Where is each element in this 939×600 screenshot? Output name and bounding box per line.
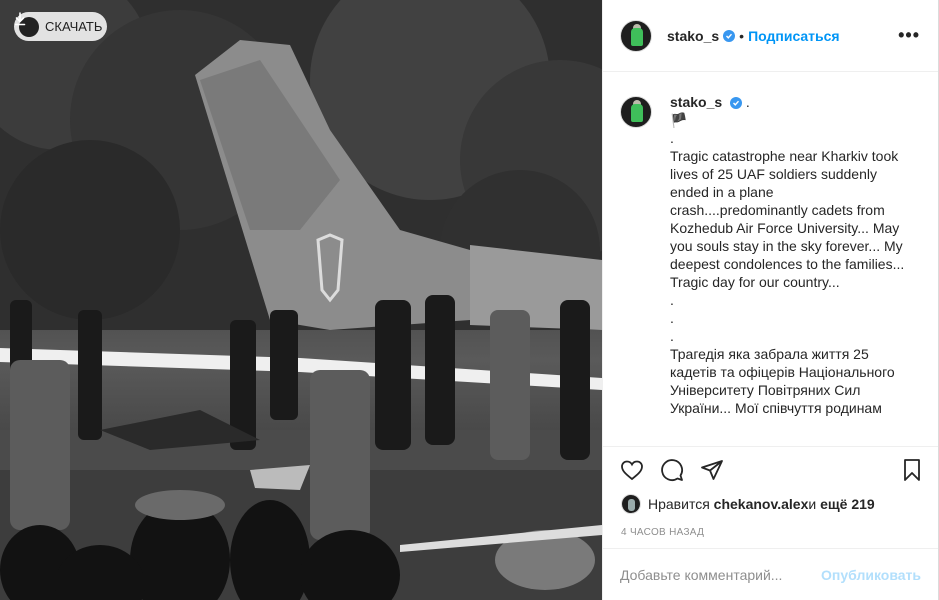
action-icons: [603, 447, 938, 493]
caption-text: stako_s . 🏴 . Tragic catastrophe near Kh…: [670, 93, 910, 417]
caption-avatar[interactable]: [620, 96, 652, 128]
caption: stako_s . 🏴 . Tragic catastrophe near Kh…: [620, 93, 921, 417]
header-separator: •: [739, 27, 745, 44]
caption-area: stako_s . 🏴 . Tragic catastrophe near Kh…: [603, 73, 938, 445]
caption-line: Tragic catastrophe near Kharkiv took liv…: [670, 148, 907, 272]
caption-line: Трагедія яка забрала життя 25 кадетів та…: [670, 346, 899, 416]
caption-line: .: [670, 292, 674, 308]
caption-line: 🏴: [670, 112, 688, 128]
download-icon: [14, 12, 39, 37]
liker-avatar[interactable]: [621, 494, 641, 514]
likes-middle: и: [808, 496, 817, 512]
likes-summary: Нравится chekanov.alex и ещё 219: [603, 493, 938, 515]
caption-verified-icon: [730, 97, 743, 109]
liker-username[interactable]: chekanov.alex: [714, 496, 809, 512]
like-heart-icon[interactable]: [620, 458, 644, 482]
caption-username[interactable]: stako_s: [670, 94, 722, 110]
caption-line: .: [670, 328, 674, 344]
post-timestamp[interactable]: 4 часов назад: [603, 527, 938, 538]
post-photo[interactable]: СКАЧАТЬ: [0, 0, 602, 600]
add-comment-form: Опубликовать: [603, 548, 938, 600]
download-button[interactable]: СКАЧАТЬ: [14, 12, 107, 41]
comment-input[interactable]: [620, 566, 822, 583]
publish-button[interactable]: Опубликовать: [821, 567, 921, 583]
bookmark-icon[interactable]: [900, 458, 924, 482]
header-username[interactable]: stako_s: [667, 28, 719, 44]
crash-scene-image: [0, 0, 602, 600]
more-options-icon[interactable]: •••: [898, 26, 920, 44]
avatar[interactable]: [620, 19, 652, 52]
share-send-icon[interactable]: [700, 458, 724, 482]
download-label: СКАЧАТЬ: [45, 19, 103, 34]
post-header: stako_s • Подписаться •••: [603, 0, 938, 72]
caption-line: .: [670, 130, 674, 146]
follow-button[interactable]: Подписаться: [748, 28, 840, 44]
post-actions: Нравится chekanov.alex и ещё 219 4 часов…: [603, 446, 938, 546]
post-side-panel: stako_s • Подписаться ••• stako_s . 🏴 . …: [602, 0, 939, 600]
likes-count[interactable]: ещё 219: [820, 496, 875, 512]
caption-line: Tragic day for our country...: [670, 274, 840, 290]
caption-after-name: .: [742, 94, 750, 110]
likes-prefix: Нравится: [648, 496, 710, 512]
comment-icon[interactable]: [660, 458, 684, 482]
verified-badge-icon: [723, 29, 736, 42]
caption-line: .: [670, 310, 674, 326]
